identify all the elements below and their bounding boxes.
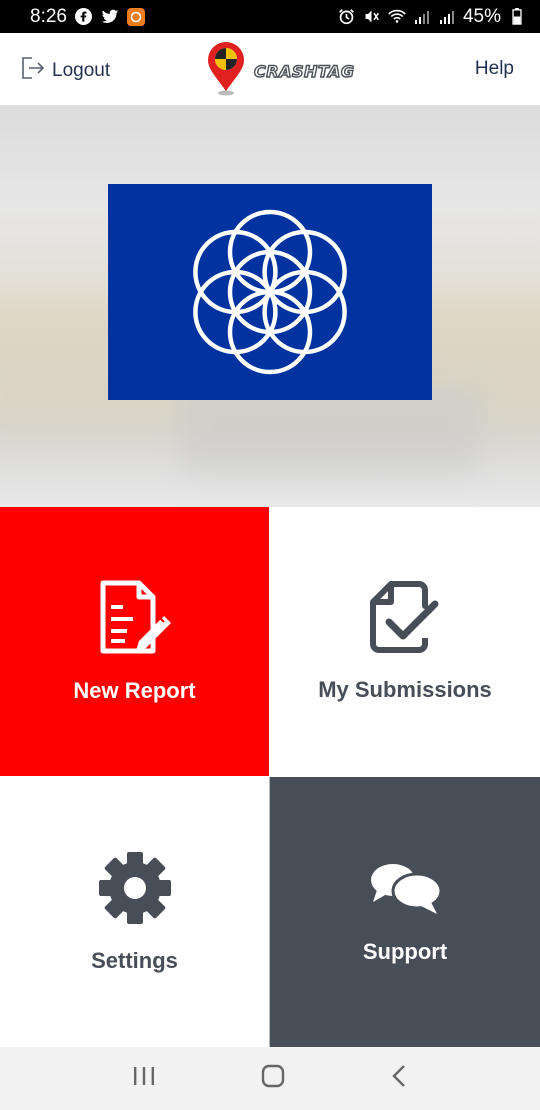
settings-tile[interactable]: Settings (0, 777, 269, 1047)
logout-button[interactable]: Logout (20, 55, 110, 87)
my-submissions-label: My Submissions (318, 677, 492, 702)
logout-label: Logout (52, 60, 111, 81)
tile-divider (269, 777, 270, 1047)
seven-rings-emblem-icon (193, 209, 347, 375)
document-check-icon (369, 580, 441, 659)
status-bar: 8:26 45% (0, 0, 540, 33)
new-report-tile[interactable]: New Report (0, 507, 269, 776)
notification-app-icon (126, 7, 145, 26)
wifi-icon (388, 8, 406, 26)
signal-icon (413, 8, 431, 26)
support-tile[interactable]: Support (270, 777, 540, 1047)
gear-icon (98, 851, 172, 930)
settings-label: Settings (91, 947, 178, 973)
system-nav-bar (0, 1047, 540, 1110)
twitter-icon (101, 8, 119, 26)
mute-icon (363, 8, 381, 26)
status-time: 8:26 (30, 5, 67, 27)
home-icon[interactable] (261, 1064, 285, 1093)
my-submissions-tile[interactable]: My Submissions (270, 507, 540, 776)
facebook-icon (75, 8, 93, 26)
alarm-icon (338, 8, 356, 26)
support-label: Support (362, 938, 448, 964)
recent-apps-icon[interactable] (133, 1066, 155, 1091)
back-icon[interactable] (391, 1064, 407, 1093)
signal-icon-2 (438, 8, 456, 26)
battery-icon (508, 8, 526, 26)
flag-image (108, 184, 432, 400)
app-logo: CRASHTAG (206, 41, 355, 102)
hero-banner (0, 105, 540, 507)
brand-name: CRASHTAG (253, 61, 355, 81)
battery-percent: 45% (462, 5, 501, 27)
logout-icon (20, 55, 46, 87)
help-link[interactable]: Help (475, 58, 514, 80)
chat-bubbles-icon (367, 860, 443, 921)
report-edit-icon (99, 579, 171, 660)
new-report-label: New Report (73, 678, 196, 703)
app-header: Logout CRASHTAG Help (0, 33, 540, 105)
map-pin-crash-icon (206, 41, 246, 102)
